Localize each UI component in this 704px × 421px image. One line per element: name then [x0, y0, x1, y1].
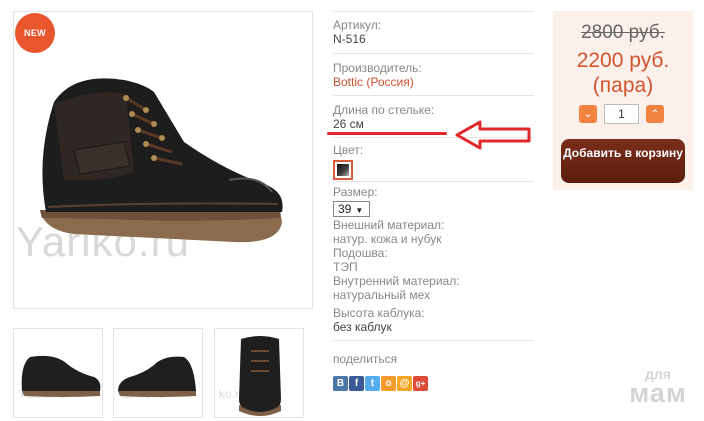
size-label: Размер: [333, 185, 378, 199]
chevron-down-icon: ▼ [355, 206, 364, 215]
insole-length-label: Длина по стельке: [333, 103, 435, 117]
chevron-up-icon: ⌃ [650, 108, 660, 120]
new-badge: NEW [15, 13, 55, 53]
main-product-image[interactable]: NEW Yariko.ru [13, 11, 313, 309]
mailru-icon[interactable]: @ [397, 376, 412, 391]
article-value: N-516 [333, 32, 366, 46]
new-price: 2200 руб. (пара) [553, 48, 693, 98]
share-label: поделиться [333, 352, 398, 366]
annotation-arrow-icon [455, 120, 531, 150]
chevron-down-icon: ⌄ [583, 108, 593, 120]
boot-inner-side-image [118, 356, 196, 397]
vk-icon[interactable]: B [333, 376, 348, 391]
boot-front-image [239, 336, 281, 416]
quantity-stepper: ⌄ 1 ⌃ [579, 104, 664, 124]
decrease-button[interactable]: ⌄ [579, 105, 597, 123]
old-price: 2800 руб. [581, 22, 665, 43]
price-unit: (пара) [592, 74, 654, 97]
thumbnail-2[interactable]: Yariko.ru [113, 328, 203, 418]
inner-material-label: Внутренний материал: [333, 274, 460, 288]
cropped-breadcrumb [40, 0, 190, 6]
size-selected-value: 39 [338, 202, 352, 216]
heel-height-value: без каблук [333, 320, 392, 334]
increase-button[interactable]: ⌃ [646, 105, 664, 123]
googleplus-icon[interactable]: g+ [413, 376, 428, 391]
twitter-icon[interactable]: t [365, 376, 380, 391]
manufacturer-label: Производитель: [333, 61, 422, 75]
sole-value: ТЭП [333, 260, 358, 274]
color-swatch-black[interactable] [333, 160, 353, 180]
manufacturer-link[interactable]: Bottic (Россия) [333, 75, 534, 89]
new-price-amount: 2200 руб. [576, 49, 670, 72]
boot-side-image [21, 355, 101, 397]
size-select[interactable]: 39 ▼ [333, 201, 370, 217]
outer-material-value: натур. кожа и нубук [333, 232, 442, 246]
thumbnail-3[interactable]: ko.ru [214, 328, 304, 418]
heel-height-label: Высота каблука: [333, 306, 425, 320]
inner-material-value: натуральный мех [333, 288, 431, 302]
annotation-underline [327, 132, 447, 135]
site-logo-line2: мам [629, 378, 687, 408]
facebook-icon[interactable]: f [349, 376, 364, 391]
price-box: 2800 руб. 2200 руб. (пара) ⌄ 1 ⌃ Добавит… [553, 11, 693, 190]
outer-material-label: Внешний материал: [333, 218, 445, 232]
article-label: Артикул: [333, 18, 382, 32]
odnoklassniki-icon[interactable]: o [381, 376, 396, 391]
sole-label: Подошва: [333, 246, 388, 260]
thumbnail-1[interactable]: Yariko.ru [13, 328, 103, 418]
share-buttons: B f t o @ g+ [333, 376, 534, 391]
quantity-input[interactable]: 1 [604, 104, 639, 124]
site-logo: для мам [620, 367, 696, 408]
add-to-cart-button[interactable]: Добавить в корзину [561, 139, 685, 183]
boot-image [40, 78, 283, 243]
product-info: Артикул: N-516 Производитель: Bottic (Ро… [333, 11, 534, 391]
